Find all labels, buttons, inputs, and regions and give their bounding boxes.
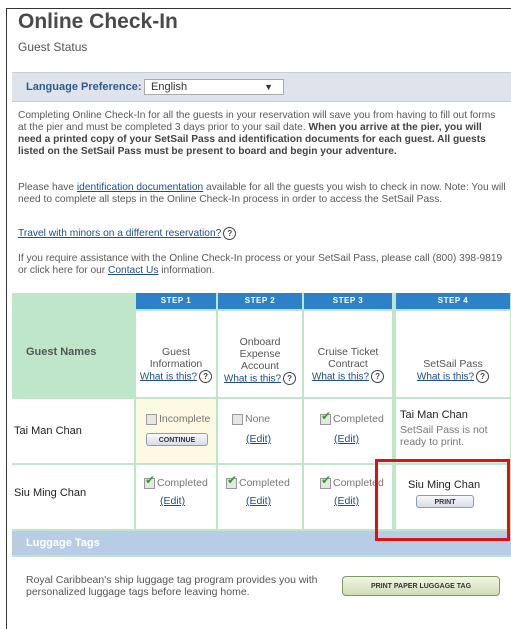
luggage-tags-label: Luggage Tags <box>26 537 100 549</box>
what-is-this-link-4[interactable]: What is this? <box>417 371 474 382</box>
step-2-status: Completed <box>226 473 290 489</box>
intro-text-3b: information. <box>158 265 215 276</box>
minors-line: Travel with minors on a different reserv… <box>18 227 506 240</box>
step-2-header: STEP 2 <box>218 293 302 309</box>
question-bubble-icon[interactable]: ? <box>476 370 490 383</box>
step-3-cell-guest-1: Completed (Edit) <box>304 399 392 463</box>
intro-text-2a: Please have <box>18 182 77 193</box>
step-3-header: STEP 3 <box>304 293 392 309</box>
checkmark-icon <box>320 473 331 489</box>
intro-text-3a: If you require assistance with the Onlin… <box>18 253 503 276</box>
step-4-header: STEP 4 <box>396 293 510 309</box>
column-1-line-2: Information <box>149 358 203 370</box>
step-3-status: Completed <box>320 409 384 425</box>
continue-button[interactable]: CONTINUE <box>146 433 208 446</box>
step-1-header: STEP 1 <box>136 293 216 309</box>
travel-with-minors-link[interactable]: Travel with minors on a different reserv… <box>18 228 221 239</box>
checkbox-icon <box>146 413 157 425</box>
setsail-guest-name: Tai Man Chan <box>400 409 468 421</box>
step-1-cell-guest-2: Completed (Edit) <box>136 465 216 529</box>
table-row-guest-1: Tai Man Chan <box>12 399 134 463</box>
print-luggage-tag-button[interactable]: PRINT PAPER LUGGAGE TAG <box>342 576 500 596</box>
intro-paragraph-1: Completing Online Check-In for all the g… <box>18 110 506 158</box>
intro-paragraph-3: If you require assistance with the Onlin… <box>18 253 506 277</box>
highlight-box <box>375 459 510 541</box>
guest-names-label: Guest Names <box>26 346 97 358</box>
language-selected-value: English <box>151 81 188 93</box>
contact-us-link[interactable]: Contact Us <box>108 265 158 276</box>
question-bubble-icon[interactable]: ? <box>223 227 237 240</box>
column-2-line-1: Onboard <box>239 336 281 348</box>
language-bar: Language Preference: English ▼ <box>12 72 511 102</box>
step-2-status: None <box>232 413 270 425</box>
column-1-line-1: Guest <box>161 346 190 358</box>
guest-name: Tai Man Chan <box>14 425 82 437</box>
table-row-guest-2: Siu Ming Chan <box>12 465 134 529</box>
identification-documentation-link[interactable]: identification documentation <box>77 182 203 193</box>
column-3-line-1: Cruise Ticket <box>317 346 379 358</box>
checkin-table: STEP 1 STEP 2 STEP 3 STEP 4 Guest Names … <box>12 293 511 623</box>
column-2-line-2: Expense <box>239 348 281 360</box>
checkmark-icon <box>320 409 331 425</box>
step-2-cell-guest-2: Completed (Edit) <box>218 465 302 529</box>
what-is-this-link-2[interactable]: What is this? <box>224 373 281 384</box>
edit-link[interactable]: (Edit) <box>334 495 359 507</box>
luggage-description: Royal Caribbean's ship luggage tag progr… <box>26 574 318 598</box>
column-cruise-ticket: Cruise Ticket Contract What is this?? <box>304 311 392 397</box>
chevron-down-icon: ▼ <box>264 82 273 92</box>
edit-link[interactable]: (Edit) <box>246 495 271 507</box>
question-bubble-icon[interactable]: ? <box>371 370 385 383</box>
column-4-line-1: SetSail Pass <box>423 358 483 370</box>
column-onboard-expense: Onboard Expense Account What is this?? <box>218 311 302 397</box>
what-is-this-link-1[interactable]: What is this? <box>140 371 197 382</box>
language-label: Language Preference: <box>26 81 142 93</box>
intro-paragraph-2: Please have identification documentation… <box>18 182 506 206</box>
checkbox-icon <box>232 413 243 425</box>
step-1-cell-guest-1: Incomplete CONTINUE <box>136 399 216 463</box>
step-1-status: Incomplete <box>146 413 210 425</box>
edit-link[interactable]: (Edit) <box>160 495 185 507</box>
column-2-line-3: Account <box>241 360 279 372</box>
step-4-cell-guest-1: Tai Man Chan SetSail Pass is not ready t… <box>396 399 510 463</box>
checkmark-icon <box>144 473 155 489</box>
edit-link[interactable]: (Edit) <box>334 433 359 445</box>
language-select[interactable]: English ▼ <box>144 79 284 95</box>
question-bubble-icon[interactable]: ? <box>283 372 297 385</box>
what-is-this-link-3[interactable]: What is this? <box>312 371 369 382</box>
step-1-status: Completed <box>144 473 208 489</box>
setsail-not-ready-note: SetSail Pass is not ready to print. <box>400 424 488 448</box>
column-3-line-2: Contract <box>328 358 368 370</box>
column-setsail-pass: SetSail Pass What is this?? <box>396 311 510 397</box>
page-title: Online Check-In <box>18 10 178 33</box>
edit-link[interactable]: (Edit) <box>246 433 271 445</box>
guest-status-heading: Guest Status <box>18 40 88 54</box>
checkmark-icon <box>226 473 237 489</box>
step-2-cell-guest-1: None (Edit) <box>218 399 302 463</box>
column-guest-information: Guest Information What is this?? <box>136 311 216 397</box>
question-bubble-icon[interactable]: ? <box>199 370 213 383</box>
guest-name: Siu Ming Chan <box>14 487 87 499</box>
